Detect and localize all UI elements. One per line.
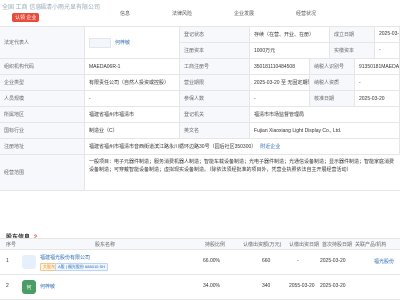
legal-rep-label: 法定代表人 bbox=[0, 27, 85, 58]
tab-info[interactable]: 信息 bbox=[120, 10, 130, 17]
org-code-value: MAEDA06R-1 bbox=[85, 59, 180, 74]
first-hold-date: 2025-03-20 bbox=[320, 258, 346, 264]
table-row[interactable]: 1 福建福光股份有限公司 大股东 A股 | 福光股份 688010.SH 66.… bbox=[0, 250, 400, 275]
region-value: 福建省福州市福清市 bbox=[85, 107, 180, 122]
col-first-date: 首次持股日期 bbox=[322, 241, 353, 248]
paid-capital-value: - bbox=[375, 42, 400, 58]
tab-legal-risk[interactable]: 法律风险 bbox=[172, 10, 192, 17]
reg-capital-label: 注册资本 bbox=[180, 42, 250, 58]
shareholder-name[interactable]: 福建福光股份有限公司 bbox=[40, 254, 90, 261]
subscribed-amount: 340 bbox=[262, 283, 271, 289]
legal-rep-name[interactable]: 何梓敏 bbox=[115, 39, 130, 46]
reg-capital-value: 1000万元 bbox=[250, 42, 330, 58]
industry-label: 国标行业 bbox=[0, 123, 85, 138]
subscribed-date: 2055-03-20 bbox=[289, 283, 315, 289]
taxpayer-qual-label: 纳税人资质 bbox=[310, 75, 355, 90]
company-type-value: 有限责任公司（自然人投资或控股） bbox=[85, 75, 180, 90]
col-index: 序号 bbox=[6, 241, 17, 248]
top-bar: 全国 工商 信息 福清小雨光显有限公司 认领 企业 信息 法律风险 企业发展 经… bbox=[0, 0, 400, 26]
row-index: 2 bbox=[6, 283, 9, 289]
claim-badge[interactable]: 认领 企业 bbox=[12, 13, 40, 22]
table-row[interactable]: 2 何 何梓敏 34.00% 340 2055-03-20 2025-03-20 bbox=[0, 275, 400, 300]
scope-value: 一般项目：电子元器件制造；服务消费机器人制造；智能车载设备制造；光电子器件制造；… bbox=[89, 159, 395, 173]
company-logo-icon bbox=[22, 255, 36, 269]
org-code-label: 组织机构代码 bbox=[0, 59, 85, 74]
logo-area: 全国 工商 信息 福清小雨光显有限公司 认领 企业 bbox=[0, 0, 120, 26]
approve-date-label: 核准日期 bbox=[310, 91, 355, 106]
avatar bbox=[89, 37, 111, 48]
col-name: 股东名称 bbox=[95, 241, 116, 248]
related-product-link[interactable]: 福光股份 bbox=[374, 258, 394, 265]
biz-reg-label: 工商注册号 bbox=[180, 59, 250, 74]
company-title: 福清小雨光显有限公司 bbox=[40, 5, 101, 11]
authority-label: 登记机关 bbox=[180, 107, 250, 122]
col-product: 关联产品/机构 bbox=[355, 241, 387, 248]
address-value: 福建省福州市福清市音西街道滨江路永川循环边路30号（园后社区350300） bbox=[89, 144, 257, 150]
nearby-companies-link[interactable]: 附近企业 bbox=[260, 143, 280, 150]
tax-id-label: 纳税人识别号 bbox=[310, 59, 355, 74]
shareholder-table-header: 序号 股东名称 持股比例 认缴出资额(万元) 认缴出资日期 首次持股日期 关联产… bbox=[0, 238, 400, 250]
logo: 全国 工商 信息 bbox=[2, 5, 42, 11]
industry-value: 制造业（C） bbox=[85, 123, 180, 138]
english-name-label: 英文名 bbox=[180, 123, 250, 138]
scope-row: 经营范围 一般项目：电子元器件制造；服务消费机器人制造；智能车载设备制造；光电子… bbox=[0, 155, 400, 191]
shareholding-ratio: 66.00% bbox=[203, 258, 220, 264]
person-avatar: 何 bbox=[22, 280, 36, 294]
establish-date-label: 成立日期 bbox=[330, 27, 375, 42]
col-ratio: 持股比例 bbox=[205, 241, 226, 248]
legal-rep-side: 登记状态 存续（在营、开业、在册） 成立日期 2025-03-20 注册资本 1… bbox=[180, 27, 400, 58]
tax-id-value: 91350181MAEDA06R1X bbox=[355, 59, 400, 74]
shareholding-ratio: 34.00% bbox=[203, 283, 220, 289]
establish-date-value: 2025-03-20 bbox=[375, 27, 400, 42]
approve-date-value: 2025-03-20 bbox=[355, 91, 400, 106]
staff-label: 人员规模 bbox=[0, 91, 85, 106]
company-type-label: 企业类型 bbox=[0, 75, 85, 90]
legal-rep-cell: 何梓敏 bbox=[85, 27, 180, 58]
reg-status-label: 登记状态 bbox=[180, 27, 250, 42]
region-label: 所属地区 bbox=[0, 107, 85, 122]
address-label: 注册地址 bbox=[0, 139, 85, 154]
tab-operation[interactable]: 经营状况 bbox=[296, 10, 316, 17]
biz-reg-value: 350181110484508 bbox=[250, 59, 310, 74]
reg-status-value: 存续（在营、开业、在册） bbox=[250, 27, 330, 42]
subscribed-date: - bbox=[297, 258, 299, 264]
col-amount: 认缴出资额(万元) bbox=[243, 241, 282, 248]
insured-value: - bbox=[250, 91, 310, 106]
listed-company-tag[interactable]: A股 | 福光股份 688010.SH bbox=[55, 263, 109, 271]
english-name-value: Fujian Xiaoxiang Light Display Co., Ltd. bbox=[250, 123, 400, 138]
shareholder-name[interactable]: 何梓敏 bbox=[40, 283, 55, 290]
authority-value: 福清市市场监督管理局 bbox=[250, 107, 400, 122]
address-cell: 福建省福州市福清市音西街道滨江路永川循环边路30号（园后社区350300） 附近… bbox=[85, 139, 400, 154]
scope-label: 经营范围 bbox=[0, 155, 85, 190]
col-sub-date: 认缴出资日期 bbox=[289, 241, 320, 248]
staff-value: - bbox=[85, 91, 180, 106]
row-index: 1 bbox=[6, 258, 9, 264]
term-label: 营业期限 bbox=[180, 75, 250, 90]
taxpayer-qual-value: - bbox=[355, 75, 400, 90]
basic-info-table: 法定代表人 何梓敏 登记状态 存续（在营、开业、在册） 成立日期 2025-03… bbox=[0, 26, 400, 191]
first-hold-date: 2025-03-20 bbox=[320, 283, 346, 289]
tab-development[interactable]: 企业发展 bbox=[234, 10, 254, 17]
insured-label: 参保人数 bbox=[180, 91, 250, 106]
paid-capital-label: 实缴资本 bbox=[330, 42, 375, 58]
top-tabs: 信息 法律风险 企业发展 经营状况 bbox=[120, 10, 316, 17]
subscribed-amount: 660 bbox=[262, 258, 271, 264]
term-value: 2025-03-20 至 无固定期限 bbox=[250, 75, 310, 90]
